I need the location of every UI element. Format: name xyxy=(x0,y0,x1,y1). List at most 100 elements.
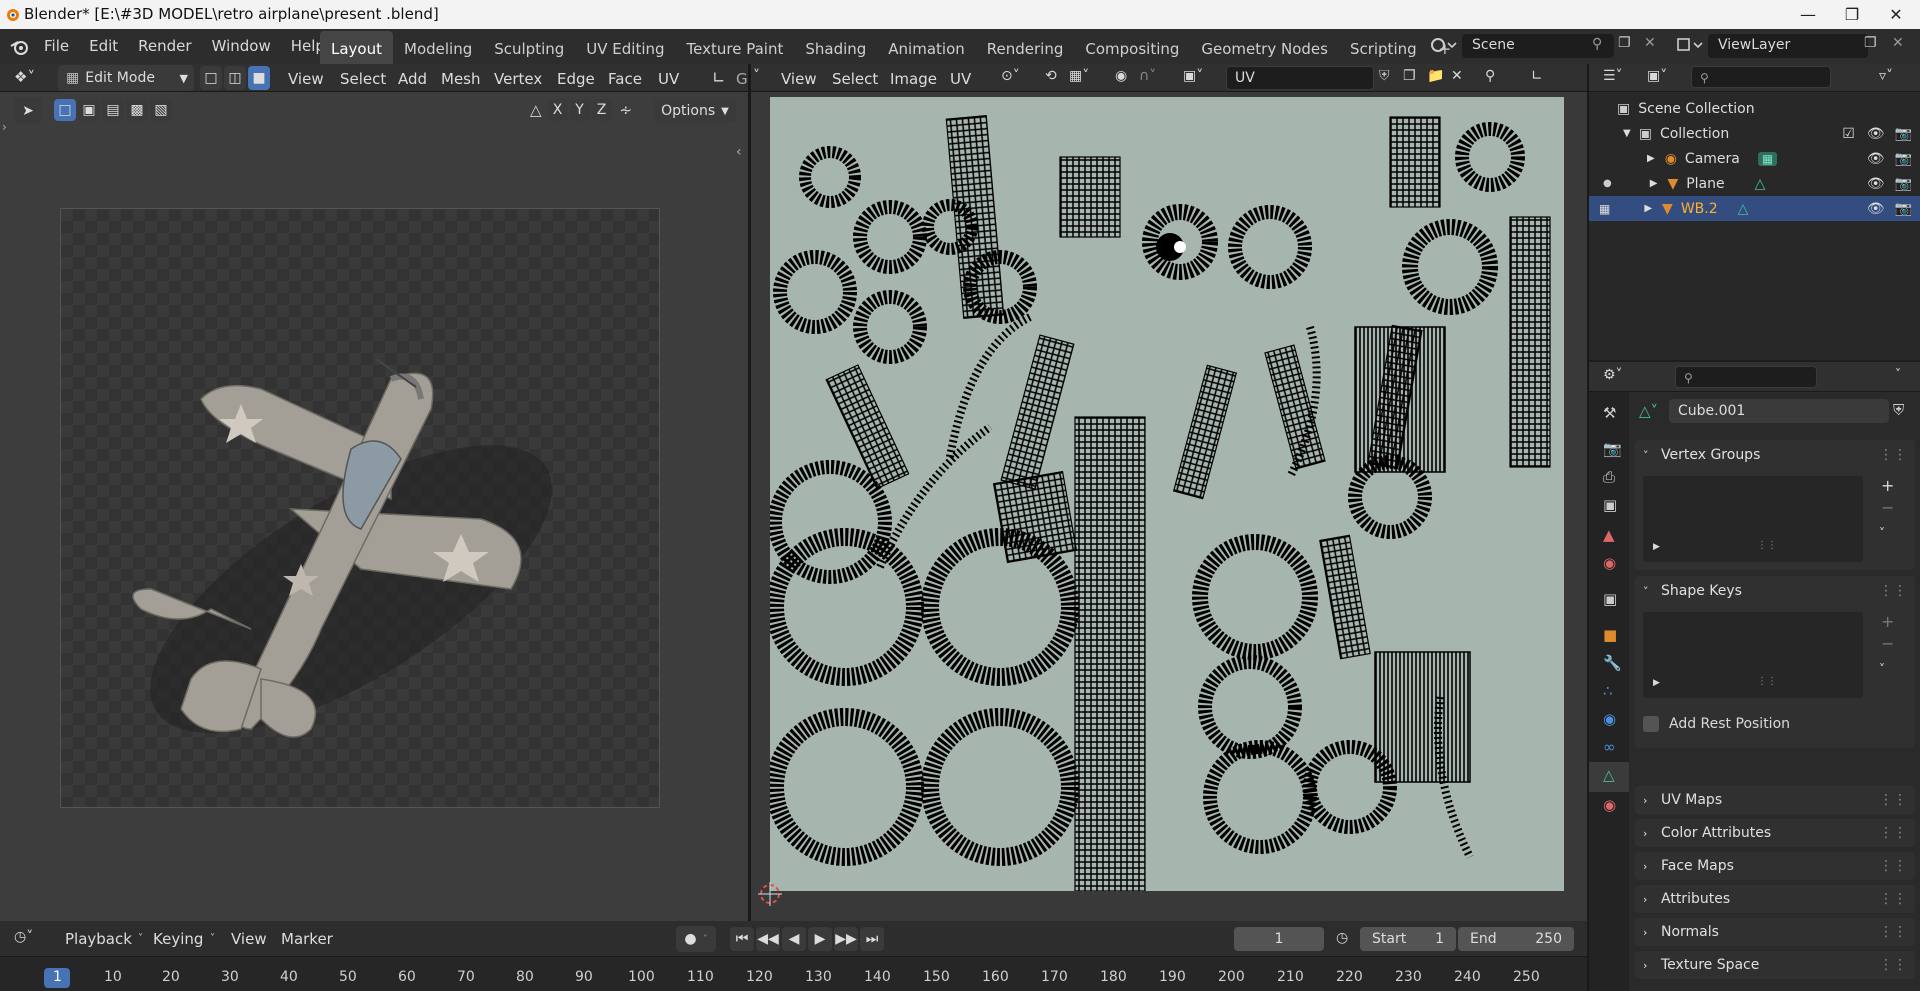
viewport-menu-uv[interactable]: UV xyxy=(658,70,679,88)
render-tab-icon[interactable]: 📷 xyxy=(1603,440,1623,460)
tab-geometry-nodes[interactable]: Geometry Nodes xyxy=(1190,31,1339,67)
fake-user-icon[interactable]: ⛨ xyxy=(1379,68,1390,84)
drag-handle-icon[interactable]: ⋮⋮ xyxy=(1879,825,1907,841)
constraints-tab-icon[interactable]: ∞ xyxy=(1603,738,1623,758)
proportional-edit-icon[interactable]: ◉ xyxy=(1115,68,1127,84)
edge-select-icon[interactable]: ◫ xyxy=(224,66,246,90)
uv-menu-view[interactable]: View xyxy=(781,70,817,88)
viewport-menu-vertex[interactable]: Vertex xyxy=(494,70,542,88)
jump-end-icon[interactable]: ⏭ xyxy=(860,927,884,951)
drag-handle-icon[interactable]: ⋮⋮ xyxy=(1879,924,1907,940)
properties-editor-icon[interactable]: ⚙˅ xyxy=(1603,367,1623,383)
timeline-menu-keying[interactable]: Keying xyxy=(153,930,203,948)
outliner-row-collection[interactable]: ▼ ▣ Collection ☑ 👁 📷 xyxy=(1589,121,1920,146)
close-window-button[interactable]: ✕ xyxy=(1874,0,1918,29)
viewport-menu-edge[interactable]: Edge xyxy=(557,70,595,88)
collection-visibility-icon[interactable]: 👁 xyxy=(1867,126,1885,142)
world-tab-icon[interactable]: ◉ xyxy=(1603,554,1623,574)
tab-rendering[interactable]: Rendering xyxy=(976,31,1075,67)
tab-shading[interactable]: Shading xyxy=(794,31,877,67)
collection-render-icon[interactable]: 📷 xyxy=(1895,126,1912,142)
transform-orientation-icon[interactable]: ∟ xyxy=(712,68,725,87)
add-shape-key-button[interactable]: + xyxy=(1881,612,1894,631)
uv-editor-type-icon[interactable]: ˅ xyxy=(753,68,760,84)
physics-tab-icon[interactable]: ◉ xyxy=(1603,710,1623,730)
expand-wb2-icon[interactable]: ▶ xyxy=(1644,203,1652,214)
scene-selector-icon[interactable] xyxy=(1428,33,1460,59)
particles-tab-icon[interactable]: ∴ xyxy=(1603,682,1623,702)
mesh-fake-user-icon[interactable]: ⛨ xyxy=(1893,401,1904,419)
uv-overlay-icon[interactable]: ∟ xyxy=(1531,68,1543,84)
properties-editor[interactable]: ⚙˅ ⚲ ˅ ⚒ 📷 ⎙ ▣ ▲ ◉ ▣ ■ 🔧 ∴ ◉ ∞ △ ◉ △˅ Cu… xyxy=(1589,362,1920,991)
end-frame-field[interactable]: End 250 xyxy=(1458,927,1574,951)
collection-checkbox-icon[interactable]: ☑ xyxy=(1842,126,1855,142)
uv-snap-icon[interactable]: ▦˅ xyxy=(1069,68,1089,84)
camera-visibility-icon[interactable]: 👁 xyxy=(1867,151,1885,167)
outliner-search[interactable]: ⚲ xyxy=(1691,66,1831,88)
menu-window[interactable]: Window xyxy=(202,29,281,63)
tool-tab-icon[interactable]: ⚒ xyxy=(1603,404,1623,424)
select-subtract-icon[interactable]: ▤ xyxy=(102,99,124,121)
uv-menu-select[interactable]: Select xyxy=(832,70,878,88)
uv-sync-icon[interactable]: ⟲ xyxy=(1045,68,1057,84)
minimize-button[interactable]: — xyxy=(1786,0,1830,29)
vertex-groups-header[interactable]: ˅ Vertex Groups ⋮⋮ xyxy=(1635,440,1915,470)
uv-menu-uv[interactable]: UV xyxy=(950,70,971,88)
next-keyframe-icon[interactable]: ▶▶ xyxy=(834,927,858,951)
outliner-editor-icon[interactable]: ☰˅ xyxy=(1603,68,1623,84)
vertex-group-specials-icon[interactable]: ˅ xyxy=(1879,526,1885,540)
add-rest-position-row[interactable]: Add Rest Position xyxy=(1643,716,1790,732)
new-scene-icon[interactable]: ❐ xyxy=(1618,35,1631,51)
drag-handle-icon[interactable]: ⋮⋮ xyxy=(1879,858,1907,874)
timeline-menu-marker[interactable]: Marker xyxy=(281,930,333,948)
view-layer-tab-icon[interactable]: ▣ xyxy=(1603,496,1623,516)
attributes-panel[interactable]: › Attributes ⋮⋮ xyxy=(1635,885,1915,913)
list-expand-icon[interactable]: ▶ xyxy=(1653,678,1660,688)
wb2-render-icon[interactable]: 📷 xyxy=(1895,201,1912,217)
select-intersect-icon[interactable]: ▧ xyxy=(150,99,172,121)
expand-camera-icon[interactable]: ▶ xyxy=(1647,153,1655,164)
viewlayer-selector-icon[interactable] xyxy=(1674,33,1706,59)
new-viewlayer-icon[interactable]: ❐ xyxy=(1864,35,1877,51)
face-select-icon[interactable]: ■ xyxy=(248,66,270,90)
outliner-row-scene-collection[interactable]: ▣ Scene Collection xyxy=(1589,96,1920,121)
output-tab-icon[interactable]: ⎙ xyxy=(1603,468,1623,488)
material-tab-icon[interactable]: ◉ xyxy=(1603,796,1623,816)
sidebar-expand-icon[interactable]: ‹ xyxy=(736,144,742,160)
uv-pin-icon[interactable]: ⚲ xyxy=(1485,68,1495,84)
shape-key-specials-icon[interactable]: ˅ xyxy=(1879,662,1885,676)
menu-edit[interactable]: Edit xyxy=(79,29,128,63)
start-frame-field[interactable]: Start 1 xyxy=(1360,927,1456,951)
add-rest-position-checkbox[interactable] xyxy=(1643,716,1659,732)
list-resize-icon[interactable]: ⋮⋮ xyxy=(1757,540,1777,551)
3d-viewport[interactable]: ❖˅ ▦ Edit Mode ▼ □ ◫ ■ View Select Add Mes… xyxy=(0,64,748,921)
tab-layout[interactable]: Layout xyxy=(320,31,393,67)
vertex-select-icon[interactable]: □ xyxy=(200,66,222,90)
normals-panel[interactable]: › Normals ⋮⋮ xyxy=(1635,918,1915,946)
mode-dropdown[interactable]: ▦ Edit Mode ▼ xyxy=(58,65,194,91)
object-tab-icon[interactable]: ■ xyxy=(1603,626,1623,646)
timeline[interactable]: ◷˅ Playback ˅ Keying ˅ View Marker ● ˅ ⏮… xyxy=(0,921,1587,991)
tab-uv-editing[interactable]: UV Editing xyxy=(575,31,675,67)
filter-icon[interactable]: ▿˅ xyxy=(1879,68,1893,84)
delete-viewlayer-icon[interactable]: ✕ xyxy=(1892,35,1904,51)
drag-handle-icon[interactable]: ⋮⋮ xyxy=(1879,583,1907,599)
timeline-menu-view[interactable]: View xyxy=(231,930,267,948)
select-new-icon[interactable]: □ xyxy=(54,99,76,121)
viewport-menu-add[interactable]: Add xyxy=(398,70,427,88)
pin-icon[interactable]: ⚲ xyxy=(1592,36,1602,52)
tab-texture-paint[interactable]: Texture Paint xyxy=(676,31,795,67)
viewport-menu-face[interactable]: Face xyxy=(608,70,642,88)
axis-x-toggle[interactable]: X xyxy=(547,99,568,121)
tab-modeling[interactable]: Modeling xyxy=(393,31,483,67)
expand-collection-icon[interactable]: ▼ xyxy=(1623,128,1631,139)
jump-start-icon[interactable]: ⏮ xyxy=(730,927,754,951)
tab-compositing[interactable]: Compositing xyxy=(1074,31,1190,67)
timeline-menu-playback[interactable]: Playback xyxy=(65,930,132,948)
texture-space-panel[interactable]: › Texture Space ⋮⋮ xyxy=(1635,951,1915,979)
uv-menu-image[interactable]: Image xyxy=(890,70,937,88)
viewport-menu-view[interactable]: View xyxy=(288,70,324,88)
properties-search[interactable]: ⚲ xyxy=(1675,366,1817,388)
play-reverse-icon[interactable]: ◀ xyxy=(782,927,806,951)
uv-editor[interactable]: ˅ View Select Image UV ⊙˅ ⟲ ▦˅ ◉ ∩˅ ▣˅ U… xyxy=(751,64,1587,921)
